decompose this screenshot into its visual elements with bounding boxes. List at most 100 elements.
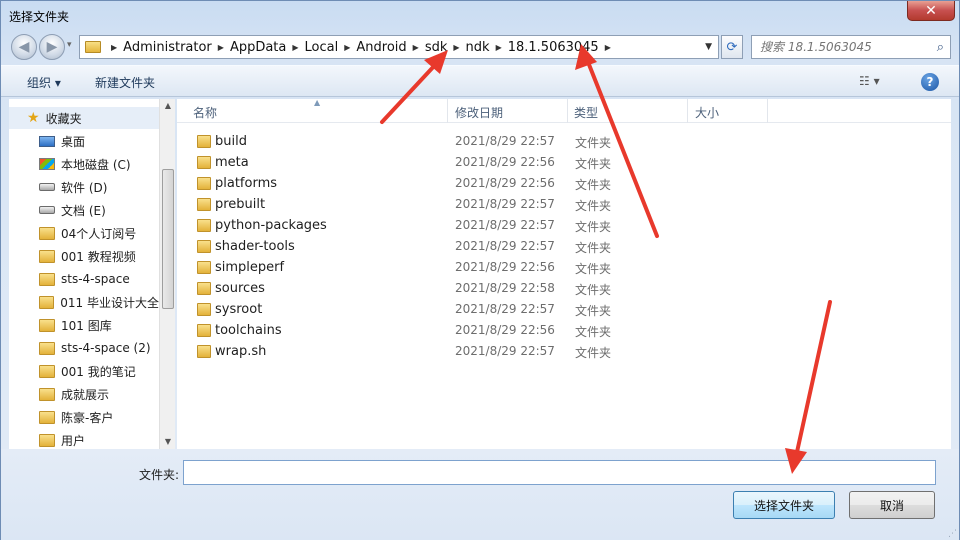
chevron-right-icon[interactable]: ▶ bbox=[496, 43, 502, 52]
forward-button[interactable]: ▶ bbox=[39, 34, 65, 60]
select-folder-button[interactable]: 选择文件夹 bbox=[733, 491, 835, 519]
file-type: 文件夹 bbox=[575, 304, 612, 318]
search-icon[interactable]: ⌕ bbox=[937, 40, 944, 55]
table-row[interactable]: wrap.sh 2021/8/29 22:57 文件夹 bbox=[177, 341, 951, 362]
back-button[interactable]: ◀ bbox=[11, 34, 37, 60]
column-divider[interactable] bbox=[567, 99, 568, 123]
file-type: 文件夹 bbox=[575, 241, 612, 255]
scrollbar-thumb[interactable] bbox=[162, 169, 174, 309]
back-arrow-icon: ◀ bbox=[18, 39, 30, 55]
navigation-bar: ◀ ▶ ▾ ▶ Administrator ▶ AppData ▶ Local … bbox=[1, 31, 959, 63]
table-row[interactable]: sources 2021/8/29 22:58 文件夹 bbox=[177, 278, 951, 299]
column-divider[interactable] bbox=[767, 99, 768, 123]
nav-item-favorites[interactable]: ★ 收藏夹 bbox=[9, 107, 159, 129]
navigation-scrollbar[interactable]: ▲ ▼ bbox=[159, 99, 175, 449]
scroll-down-icon[interactable]: ▼ bbox=[160, 435, 176, 449]
address-bar[interactable]: ▶ Administrator ▶ AppData ▶ Local ▶ Andr… bbox=[79, 35, 719, 59]
breadcrumb-local[interactable]: Local bbox=[305, 40, 339, 55]
nav-item-folder[interactable]: sts-4-space (2) bbox=[9, 337, 159, 359]
chevron-right-icon[interactable]: ▶ bbox=[111, 43, 117, 52]
table-row[interactable]: shader-tools 2021/8/29 22:57 文件夹 bbox=[177, 236, 951, 257]
change-view-button[interactable]: ☷ ▾ bbox=[859, 74, 880, 88]
table-row[interactable]: toolchains 2021/8/29 22:56 文件夹 bbox=[177, 320, 951, 341]
close-button[interactable]: ✕ bbox=[907, 1, 955, 21]
search-box[interactable]: ⌕ bbox=[751, 35, 951, 59]
refresh-button[interactable]: ⟳ bbox=[721, 35, 743, 59]
breadcrumb-administrator[interactable]: Administrator bbox=[123, 40, 212, 55]
folder-icon bbox=[197, 303, 211, 316]
nav-item-drive-d[interactable]: 软件 (D) bbox=[9, 176, 159, 198]
file-modified: 2021/8/29 22:57 bbox=[455, 197, 555, 211]
cancel-button[interactable]: 取消 bbox=[849, 491, 935, 519]
breadcrumb-appdata[interactable]: AppData bbox=[230, 40, 286, 55]
chevron-right-icon[interactable]: ▶ bbox=[453, 43, 459, 52]
nav-item-folder[interactable]: 001 我的笔记 bbox=[9, 360, 159, 382]
folder-icon bbox=[197, 261, 211, 274]
table-row[interactable]: prebuilt 2021/8/29 22:57 文件夹 bbox=[177, 194, 951, 215]
nav-item-folder[interactable]: sts-4-space bbox=[9, 268, 159, 290]
folder-icon bbox=[197, 345, 211, 358]
resize-grip-icon[interactable]: ⋰ bbox=[948, 529, 957, 539]
nav-item-folder[interactable]: 011 毕业设计大全 bbox=[9, 291, 159, 313]
nav-item-folder[interactable]: 陈豪-客户 bbox=[9, 406, 159, 428]
nav-item-label: 成就展示 bbox=[61, 387, 110, 402]
table-row[interactable]: platforms 2021/8/29 22:56 文件夹 bbox=[177, 173, 951, 194]
nav-item-label: sts-4-space (2) bbox=[61, 341, 151, 355]
chevron-right-icon[interactable]: ▶ bbox=[292, 43, 298, 52]
nav-item-folder[interactable]: 101 图库 bbox=[9, 314, 159, 336]
column-header: ▲ 名称 修改日期 类型 大小 bbox=[177, 98, 951, 123]
folder-icon bbox=[197, 324, 211, 337]
file-modified: 2021/8/29 22:58 bbox=[455, 281, 555, 295]
chevron-right-icon[interactable]: ▶ bbox=[605, 43, 611, 52]
folder-icon bbox=[39, 318, 55, 332]
file-modified: 2021/8/29 22:56 bbox=[455, 323, 555, 337]
nav-item-folder[interactable]: 001 教程视频 bbox=[9, 245, 159, 267]
chevron-right-icon[interactable]: ▶ bbox=[218, 43, 224, 52]
desktop-icon bbox=[39, 135, 55, 147]
file-name: python-packages bbox=[215, 218, 327, 233]
nav-item-label: 04个人订阅号 bbox=[61, 226, 137, 241]
folder-icon bbox=[39, 249, 55, 263]
folder-field-label: 文件夹: bbox=[139, 468, 180, 482]
new-folder-button[interactable]: 新建文件夹 bbox=[95, 74, 155, 91]
folder-icon bbox=[85, 41, 101, 53]
folder-input[interactable] bbox=[183, 460, 936, 485]
file-modified: 2021/8/29 22:56 bbox=[455, 260, 555, 274]
breadcrumb-ndk[interactable]: ndk bbox=[466, 40, 490, 55]
sort-ascending-icon: ▲ bbox=[314, 98, 321, 107]
column-size[interactable]: 大小 bbox=[695, 104, 719, 121]
column-divider[interactable] bbox=[447, 99, 448, 123]
help-button[interactable]: ? bbox=[921, 73, 939, 91]
column-type[interactable]: 类型 bbox=[574, 104, 598, 121]
breadcrumb-sdk[interactable]: sdk bbox=[425, 40, 448, 55]
nav-item-drive-c[interactable]: 本地磁盘 (C) bbox=[9, 153, 159, 175]
search-input[interactable] bbox=[760, 40, 920, 54]
address-dropdown-icon[interactable]: ▼ bbox=[705, 42, 712, 52]
table-row[interactable]: meta 2021/8/29 22:56 文件夹 bbox=[177, 152, 951, 173]
nav-item-folder[interactable]: 04个人订阅号 bbox=[9, 222, 159, 244]
file-type: 文件夹 bbox=[575, 283, 612, 297]
organize-button[interactable]: 组织 ▾ bbox=[27, 74, 61, 91]
breadcrumb-android[interactable]: Android bbox=[356, 40, 406, 55]
table-row[interactable]: simpleperf 2021/8/29 22:56 文件夹 bbox=[177, 257, 951, 278]
breadcrumb-version[interactable]: 18.1.5063045 bbox=[508, 40, 599, 55]
scroll-up-icon[interactable]: ▲ bbox=[160, 99, 176, 113]
recent-locations-dropdown[interactable]: ▾ bbox=[67, 40, 72, 50]
chevron-right-icon[interactable]: ▶ bbox=[413, 43, 419, 52]
nav-item-folder[interactable]: 用户 bbox=[9, 429, 159, 449]
table-row[interactable]: sysroot 2021/8/29 22:57 文件夹 bbox=[177, 299, 951, 320]
file-name: sources bbox=[215, 281, 265, 296]
chevron-right-icon[interactable]: ▶ bbox=[344, 43, 350, 52]
table-row[interactable]: build 2021/8/29 22:57 文件夹 bbox=[177, 131, 951, 152]
nav-item-drive-e[interactable]: 文档 (E) bbox=[9, 199, 159, 221]
file-type: 文件夹 bbox=[575, 136, 612, 150]
file-name: build bbox=[215, 134, 247, 149]
nav-item-desktop[interactable]: 桌面 bbox=[9, 130, 159, 152]
column-modified[interactable]: 修改日期 bbox=[455, 104, 503, 121]
column-divider[interactable] bbox=[687, 99, 688, 123]
navigation-pane: ★ 收藏夹 桌面 本地磁盘 (C) 软件 (D) 文档 (E) 04个人订阅号 … bbox=[9, 99, 175, 449]
nav-item-folder[interactable]: 成就展示 bbox=[9, 383, 159, 405]
column-name[interactable]: 名称 bbox=[193, 104, 217, 121]
table-row[interactable]: python-packages 2021/8/29 22:57 文件夹 bbox=[177, 215, 951, 236]
nav-item-label: 用户 bbox=[61, 433, 86, 448]
